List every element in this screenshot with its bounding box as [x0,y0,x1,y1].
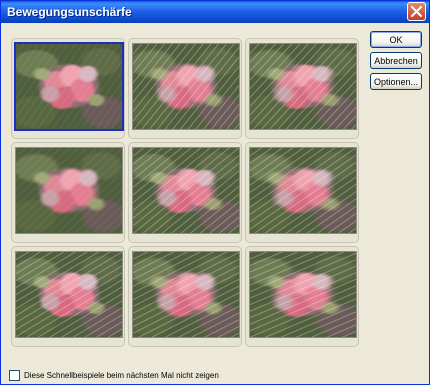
preview-cell-4[interactable] [11,142,125,243]
flower-preview-image [250,148,356,233]
preview-cell-8[interactable] [128,246,242,347]
preview-thumbnail-5[interactable] [132,147,240,234]
preview-grid [11,38,363,348]
dialog-window: Bewegungsunschärfe OK Abbrechen Optionen… [0,0,430,385]
preview-cell-5[interactable] [128,142,242,243]
title-bar[interactable]: Bewegungsunschärfe [1,1,429,23]
ok-button[interactable]: OK [370,31,422,48]
preview-thumbnail-2[interactable] [132,43,240,130]
dont-show-again-checkbox[interactable] [9,370,20,381]
close-button[interactable] [407,2,426,21]
preview-cell-9[interactable] [245,246,359,347]
options-button[interactable]: Optionen... [370,73,422,90]
preview-cell-1[interactable] [11,38,125,139]
close-icon [411,6,422,17]
preview-thumbnail-7[interactable] [15,251,123,338]
preview-thumbnail-1[interactable] [14,42,124,131]
flower-preview-image [16,44,122,129]
flower-preview-image [250,252,356,337]
flower-preview-image [16,148,122,233]
preview-thumbnail-3[interactable] [249,43,357,130]
window-title: Bewegungsunschärfe [7,5,132,19]
cancel-button[interactable]: Abbrechen [370,52,422,69]
flower-preview-image [133,252,239,337]
preview-cell-6[interactable] [245,142,359,243]
preview-cell-3[interactable] [245,38,359,139]
dont-show-again-row[interactable]: Diese Schnellbeispiele beim nächsten Mal… [9,369,219,382]
preview-thumbnail-8[interactable] [132,251,240,338]
preview-cell-7[interactable] [11,246,125,347]
preview-thumbnail-9[interactable] [249,251,357,338]
preview-thumbnail-4[interactable] [15,147,123,234]
preview-cell-2[interactable] [128,38,242,139]
preview-thumbnail-6[interactable] [249,147,357,234]
flower-preview-image [250,44,356,129]
dont-show-again-label[interactable]: Diese Schnellbeispiele beim nächsten Mal… [24,371,219,380]
flower-preview-image [16,252,122,337]
flower-preview-image [133,44,239,129]
flower-preview-image [133,148,239,233]
